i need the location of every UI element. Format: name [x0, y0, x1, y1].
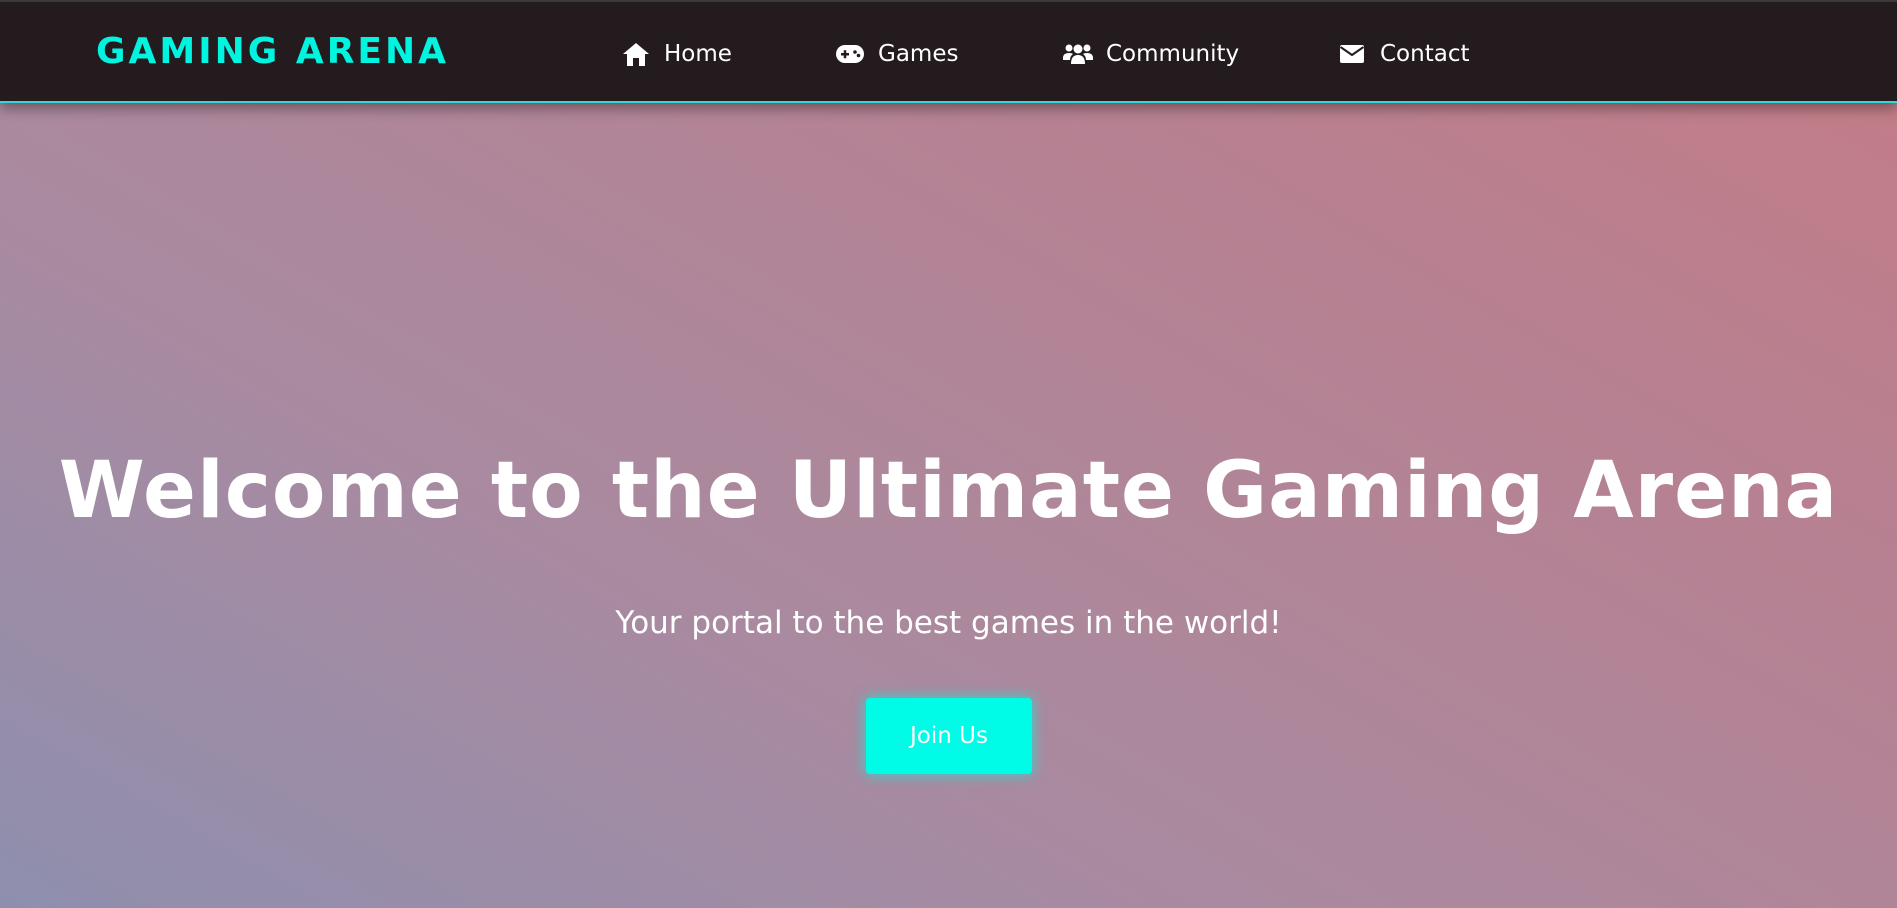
hero-title: Welcome to the Ultimate Gaming Arena	[58, 446, 1839, 536]
nav-item-games[interactable]: Games	[834, 40, 1062, 68]
nav-item-label: Games	[878, 41, 959, 67]
gamepad-icon	[834, 40, 866, 68]
hero-section: Welcome to the Ultimate Gaming Arena You…	[0, 103, 1897, 908]
nav-item-contact[interactable]: Contact	[1336, 40, 1496, 68]
envelope-icon	[1336, 40, 1368, 68]
users-icon	[1062, 40, 1094, 68]
join-us-button[interactable]: Join Us	[866, 698, 1032, 774]
nav-item-label: Community	[1106, 41, 1240, 67]
home-icon	[620, 40, 652, 68]
nav-item-label: Home	[664, 41, 732, 67]
site-logo[interactable]: GAMING ARENA	[96, 30, 449, 74]
hero-subtitle: Your portal to the best games in the wor…	[615, 605, 1282, 641]
nav-item-community[interactable]: Community	[1062, 40, 1336, 68]
navbar: GAMING ARENA Home Games Community Contac…	[0, 0, 1897, 103]
nav-links: Home Games Community Contact	[620, 32, 1496, 76]
nav-item-home[interactable]: Home	[620, 40, 834, 68]
nav-item-label: Contact	[1380, 41, 1470, 67]
